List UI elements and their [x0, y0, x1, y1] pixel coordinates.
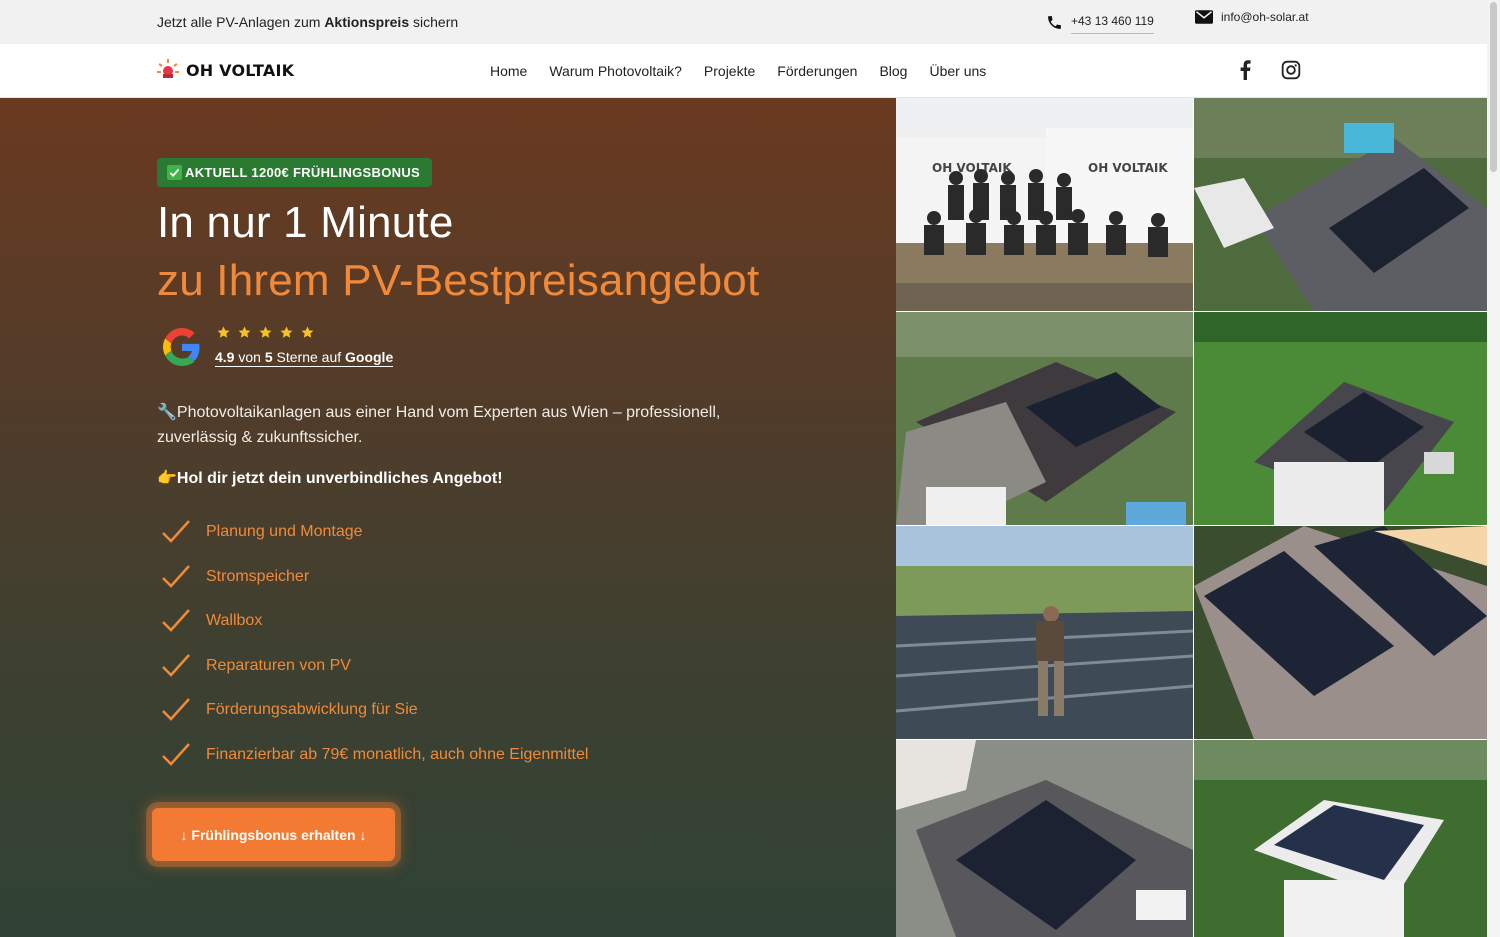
rating-source: Google	[345, 349, 394, 365]
nav-item-foerderungen[interactable]: Förderungen	[777, 63, 857, 79]
feature-label: Reparaturen von PV	[206, 657, 351, 674]
nav-menu: Home Warum Photovoltaik? Projekte Förder…	[490, 63, 986, 79]
facebook-icon[interactable]	[1236, 60, 1254, 80]
feature-item: Reparaturen von PV	[160, 652, 351, 680]
badge-label: AKTUELL 1200€ FRÜHLINGSBONUS	[185, 165, 420, 180]
checkmark-icon	[162, 743, 190, 766]
hero-description: 🔧Photovoltaikanlagen aus einer Hand vom …	[157, 404, 721, 446]
nav-item-projekte[interactable]: Projekte	[704, 63, 755, 79]
feature-item: Planung und Montage	[160, 518, 363, 546]
checkmark-icon	[167, 165, 182, 180]
instagram-icon[interactable]	[1281, 60, 1301, 80]
nav-item-warum-photovoltaik[interactable]: Warum Photovoltaik?	[549, 63, 682, 79]
team-photo[interactable]: OH VOLTAIK OH VOLTAIK	[896, 98, 1193, 311]
feature-item: Finanzierbar ab 79€ monatlich, auch ohne…	[160, 741, 588, 769]
star-icon	[217, 326, 230, 338]
site-logo[interactable]: OH VOLTAIK	[156, 58, 294, 82]
mail-icon	[1195, 10, 1213, 24]
feature-item: Stromspeicher	[160, 563, 309, 591]
logo-text: OH VOLTAIK	[186, 60, 295, 80]
main-navigation: OH VOLTAIK Home Warum Photovoltaik? Proj…	[0, 44, 1487, 98]
nav-item-blog[interactable]: Blog	[879, 63, 907, 79]
checkmark-icon	[162, 609, 190, 632]
project-photo[interactable]	[896, 526, 1193, 739]
van-logo-text: OH VOLTAIK	[932, 161, 1012, 175]
star-icon	[280, 326, 293, 338]
project-photo[interactable]	[1194, 740, 1487, 937]
feature-label: Planung und Montage	[206, 523, 363, 540]
hero-section: AKTUELL 1200€ FRÜHLINGSBONUS In nur 1 Mi…	[0, 98, 896, 937]
star-icon	[238, 326, 251, 338]
phone-icon	[1048, 15, 1061, 29]
logo-sun-icon	[157, 59, 179, 78]
email-address[interactable]: info@oh-solar.at	[1221, 10, 1309, 24]
project-photo-gallery: OH VOLTAIK OH VOLTAIK	[896, 98, 1487, 937]
fruehlingsbonus-button[interactable]: ↓ Frühlingsbonus erhalten ↓	[152, 808, 395, 861]
rating-von: von	[234, 349, 265, 365]
feature-label: Wallbox	[206, 612, 263, 629]
promo-text-end: sichern	[409, 14, 459, 30]
project-photo[interactable]	[1194, 98, 1487, 311]
hero-title-line2: zu Ihrem PV-Bestpreisangebot	[157, 256, 760, 305]
scrollbar[interactable]	[1487, 0, 1500, 937]
nav-item-home[interactable]: Home	[490, 63, 527, 79]
rating-max: 5	[264, 349, 273, 365]
email-contact[interactable]: info@oh-solar.at	[1195, 10, 1309, 24]
project-photo[interactable]	[1194, 526, 1487, 739]
promo-badge: AKTUELL 1200€ FRÜHLINGSBONUS	[157, 158, 432, 187]
project-photo[interactable]	[896, 312, 1193, 525]
promo-text-start: Jetzt alle PV-Anlagen zum	[157, 14, 325, 30]
top-bar: Jetzt alle PV-Anlagen zum Aktionspreis s…	[0, 0, 1487, 44]
van-logo-text: OH VOLTAIK	[1088, 161, 1168, 175]
hero-title-line1: In nur 1 Minute	[157, 198, 454, 247]
scrollbar-thumb[interactable]	[1490, 2, 1497, 172]
phone-contact[interactable]: +43 13 460 119	[1046, 10, 1154, 34]
star-icon	[259, 326, 272, 338]
promo-text-bold: Aktionspreis	[324, 14, 410, 30]
phone-number[interactable]: +43 13 460 119	[1071, 14, 1154, 34]
google-rating[interactable]: 4.9 von 5 Sterne auf Google	[163, 326, 394, 367]
feature-label: Förderungsabwicklung für Sie	[206, 701, 418, 718]
checkmark-icon	[162, 654, 190, 677]
hero-cta-text: 👉Hol dir jetzt dein unverbindliches Ange…	[157, 470, 503, 487]
checkmark-icon	[162, 520, 190, 543]
feature-label: Stromspeicher	[206, 568, 310, 585]
promo-text: Jetzt alle PV-Anlagen zum Aktionspreis s…	[157, 14, 458, 30]
checkmark-icon	[162, 565, 190, 588]
star-icon	[301, 326, 314, 338]
rating-score: 4.9	[215, 349, 235, 365]
project-photo[interactable]	[896, 740, 1193, 937]
google-icon	[163, 327, 200, 366]
feature-item: Wallbox	[160, 607, 262, 635]
nav-item-ueber-uns[interactable]: Über uns	[929, 63, 986, 79]
rating-text[interactable]: 4.9 von 5 Sterne auf Google	[215, 349, 394, 367]
feature-item: Förderungsabwicklung für Sie	[160, 696, 418, 724]
project-photo[interactable]	[1194, 312, 1487, 525]
checkmark-icon	[162, 698, 190, 721]
rating-mid: Sterne auf	[272, 349, 346, 365]
feature-label: Finanzierbar ab 79€ monatlich, auch ohne…	[206, 746, 589, 763]
rating-stars	[217, 326, 393, 339]
